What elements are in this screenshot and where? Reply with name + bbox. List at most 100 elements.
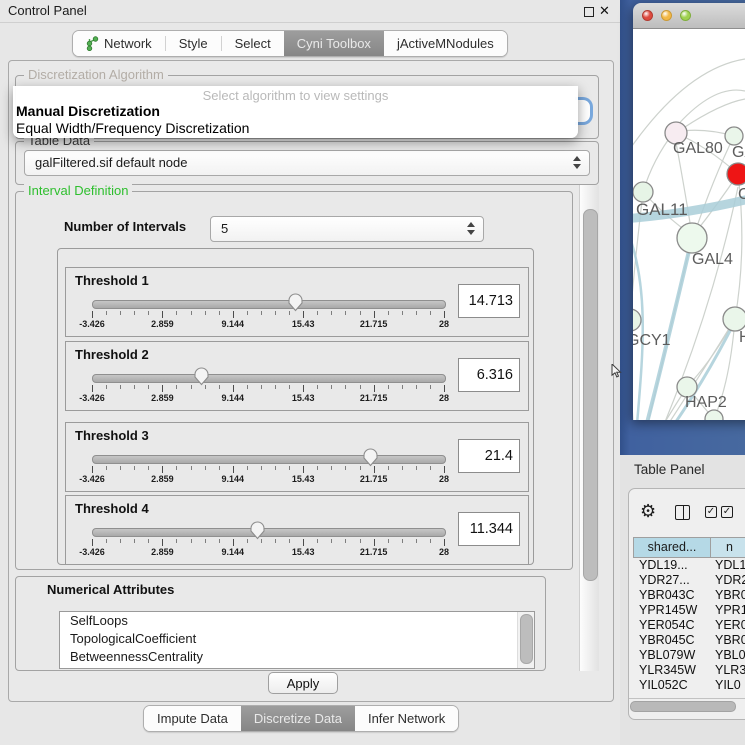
tab-cyni-toolbox[interactable]: Cyni Toolbox: [284, 31, 384, 56]
tick-mark: [388, 311, 389, 315]
numerical-attributes-list[interactable]: SelfLoopsTopologicalCoefficientBetweenne…: [59, 611, 535, 669]
numerical-attributes-label: Numerical Attributes: [47, 582, 174, 597]
network-node: [723, 307, 745, 331]
apply-button[interactable]: Apply: [268, 672, 338, 694]
tick-mark: [176, 311, 177, 315]
cyni-toolbox-panel: Discretization Algorithm Table Data galF…: [8, 60, 614, 702]
slider-thumb[interactable]: [362, 447, 379, 467]
slider-thumb[interactable]: [287, 292, 304, 312]
table-row[interactable]: YBR045CYBR0: [633, 633, 745, 648]
table-header-row: shared...n: [633, 537, 745, 558]
slider-track[interactable]: [92, 528, 446, 537]
algorithm-option-manual[interactable]: Manual Discretization: [16, 103, 160, 119]
list-item[interactable]: SelfLoops: [60, 612, 534, 630]
panel-vertical-scrollbar-thumb[interactable]: [583, 209, 598, 581]
table-row[interactable]: YLR345WYLR3: [633, 663, 745, 678]
table-row[interactable]: YPR145WYPR1: [633, 603, 745, 618]
float-window-icon[interactable]: [584, 7, 594, 17]
table-panel-title: Table Panel: [634, 462, 705, 477]
tab-jactivemnodules[interactable]: jActiveMNodules: [384, 31, 507, 56]
split-column-icon[interactable]: [675, 505, 690, 520]
tick-mark: [261, 539, 262, 543]
tick-mark: [289, 385, 290, 389]
discretization-algorithm-title: Discretization Algorithm: [24, 67, 168, 82]
list-vertical-scrollbar-thumb[interactable]: [520, 614, 533, 664]
tab-impute-data[interactable]: Impute Data: [144, 706, 241, 731]
threshold-block: Threshold 3-3.4262.8599.14415.4321.71528…: [65, 422, 529, 492]
tab-label: Discretize Data: [254, 711, 342, 726]
threshold-label: Threshold 4: [75, 501, 149, 516]
table-row[interactable]: YDL19...YDL1: [633, 558, 745, 573]
tick-mark: [162, 466, 163, 473]
column-header[interactable]: shared...: [634, 538, 711, 557]
settings-gear-icon[interactable]: ⚙: [640, 501, 656, 522]
slider-track[interactable]: [92, 374, 446, 383]
tick-mark: [444, 311, 445, 318]
table-cell: YBR0: [709, 633, 745, 648]
tick-mark: [247, 539, 248, 543]
threshold-value-field[interactable]: 6.316: [458, 358, 520, 392]
table-row[interactable]: YBR043CYBR0: [633, 588, 745, 603]
network-canvas[interactable]: GAL80GAGAL11CGAL4GCY1HHAP2: [633, 29, 745, 420]
tick-mark: [176, 385, 177, 389]
tick-mark: [134, 311, 135, 315]
list-item[interactable]: TopologicalCoefficient: [60, 630, 534, 648]
number-of-intervals-combobox[interactable]: 5: [210, 216, 484, 242]
close-icon[interactable]: ✕: [599, 3, 610, 19]
slider-track[interactable]: [92, 300, 446, 309]
table-cell: YIL0: [709, 678, 745, 693]
tab-infer-network[interactable]: Infer Network: [355, 706, 458, 731]
minimize-traffic-light[interactable]: [661, 10, 672, 21]
list-item[interactable]: BetweennessCentrality: [60, 648, 534, 666]
table-data-combobox[interactable]: galFiltered.sif default node: [24, 150, 590, 176]
top-tab-bar: NetworkStyleSelectCyni ToolboxjActiveMNo…: [72, 30, 508, 57]
tick-mark: [317, 311, 318, 315]
threshold-value-field[interactable]: 11.344: [458, 512, 520, 546]
tick-label: -3.426: [79, 319, 105, 329]
slider-tick-labels: -3.4262.8599.14415.4321.71528: [92, 474, 444, 485]
close-traffic-light[interactable]: [642, 10, 653, 21]
tick-mark: [402, 311, 403, 315]
tick-mark: [261, 385, 262, 389]
tick-label: 15.43: [292, 474, 315, 484]
slider-thumb[interactable]: [193, 366, 210, 386]
column-header[interactable]: n: [711, 538, 745, 557]
checkbox-checked-icon[interactable]: ✓: [721, 506, 733, 518]
table-row[interactable]: YBL079WYBL0: [633, 648, 745, 663]
table-row[interactable]: YIL052CYIL0: [633, 678, 745, 693]
table-row[interactable]: YER054CYER0: [633, 618, 745, 633]
table-horizontal-scrollbar-thumb[interactable]: [630, 701, 736, 712]
tick-mark: [92, 385, 93, 392]
tick-mark: [134, 385, 135, 389]
tick-mark: [148, 466, 149, 470]
tab-style[interactable]: Style: [166, 31, 221, 56]
network-node-label: GAL4: [692, 251, 733, 268]
slider-track[interactable]: [92, 455, 446, 464]
table-cell: YBR043C: [633, 588, 709, 603]
checkbox-checked-icon[interactable]: ✓: [705, 506, 717, 518]
tick-mark: [388, 385, 389, 389]
tick-mark: [402, 539, 403, 543]
tick-mark: [134, 466, 135, 470]
algorithm-option-equal-width[interactable]: Equal Width/Frequency Discretization: [16, 120, 249, 136]
threshold-value-field[interactable]: 21.4: [458, 439, 520, 473]
tick-mark: [345, 539, 346, 543]
panel-vertical-scrollbar[interactable]: [579, 185, 599, 671]
table-row[interactable]: YDR27...YDR2: [633, 573, 745, 588]
network-node-label: GCY1: [633, 332, 671, 349]
table-horizontal-scrollbar[interactable]: [629, 698, 745, 713]
tab-network[interactable]: Network: [73, 31, 165, 56]
network-node-label: GA: [732, 144, 745, 161]
tick-mark: [416, 385, 417, 389]
tab-discretize-data[interactable]: Discretize Data: [241, 706, 355, 731]
zoom-traffic-light[interactable]: [680, 10, 691, 21]
tick-label: 9.144: [222, 393, 245, 403]
network-node: [725, 127, 743, 145]
threshold-value-field[interactable]: 14.713: [458, 284, 520, 318]
table-cell: YBL0: [709, 648, 745, 663]
list-vertical-scrollbar[interactable]: [517, 612, 534, 668]
tick-mark: [331, 385, 332, 389]
tab-select[interactable]: Select: [222, 31, 284, 56]
network-node-label: H: [739, 329, 745, 346]
slider-thumb[interactable]: [249, 520, 266, 540]
